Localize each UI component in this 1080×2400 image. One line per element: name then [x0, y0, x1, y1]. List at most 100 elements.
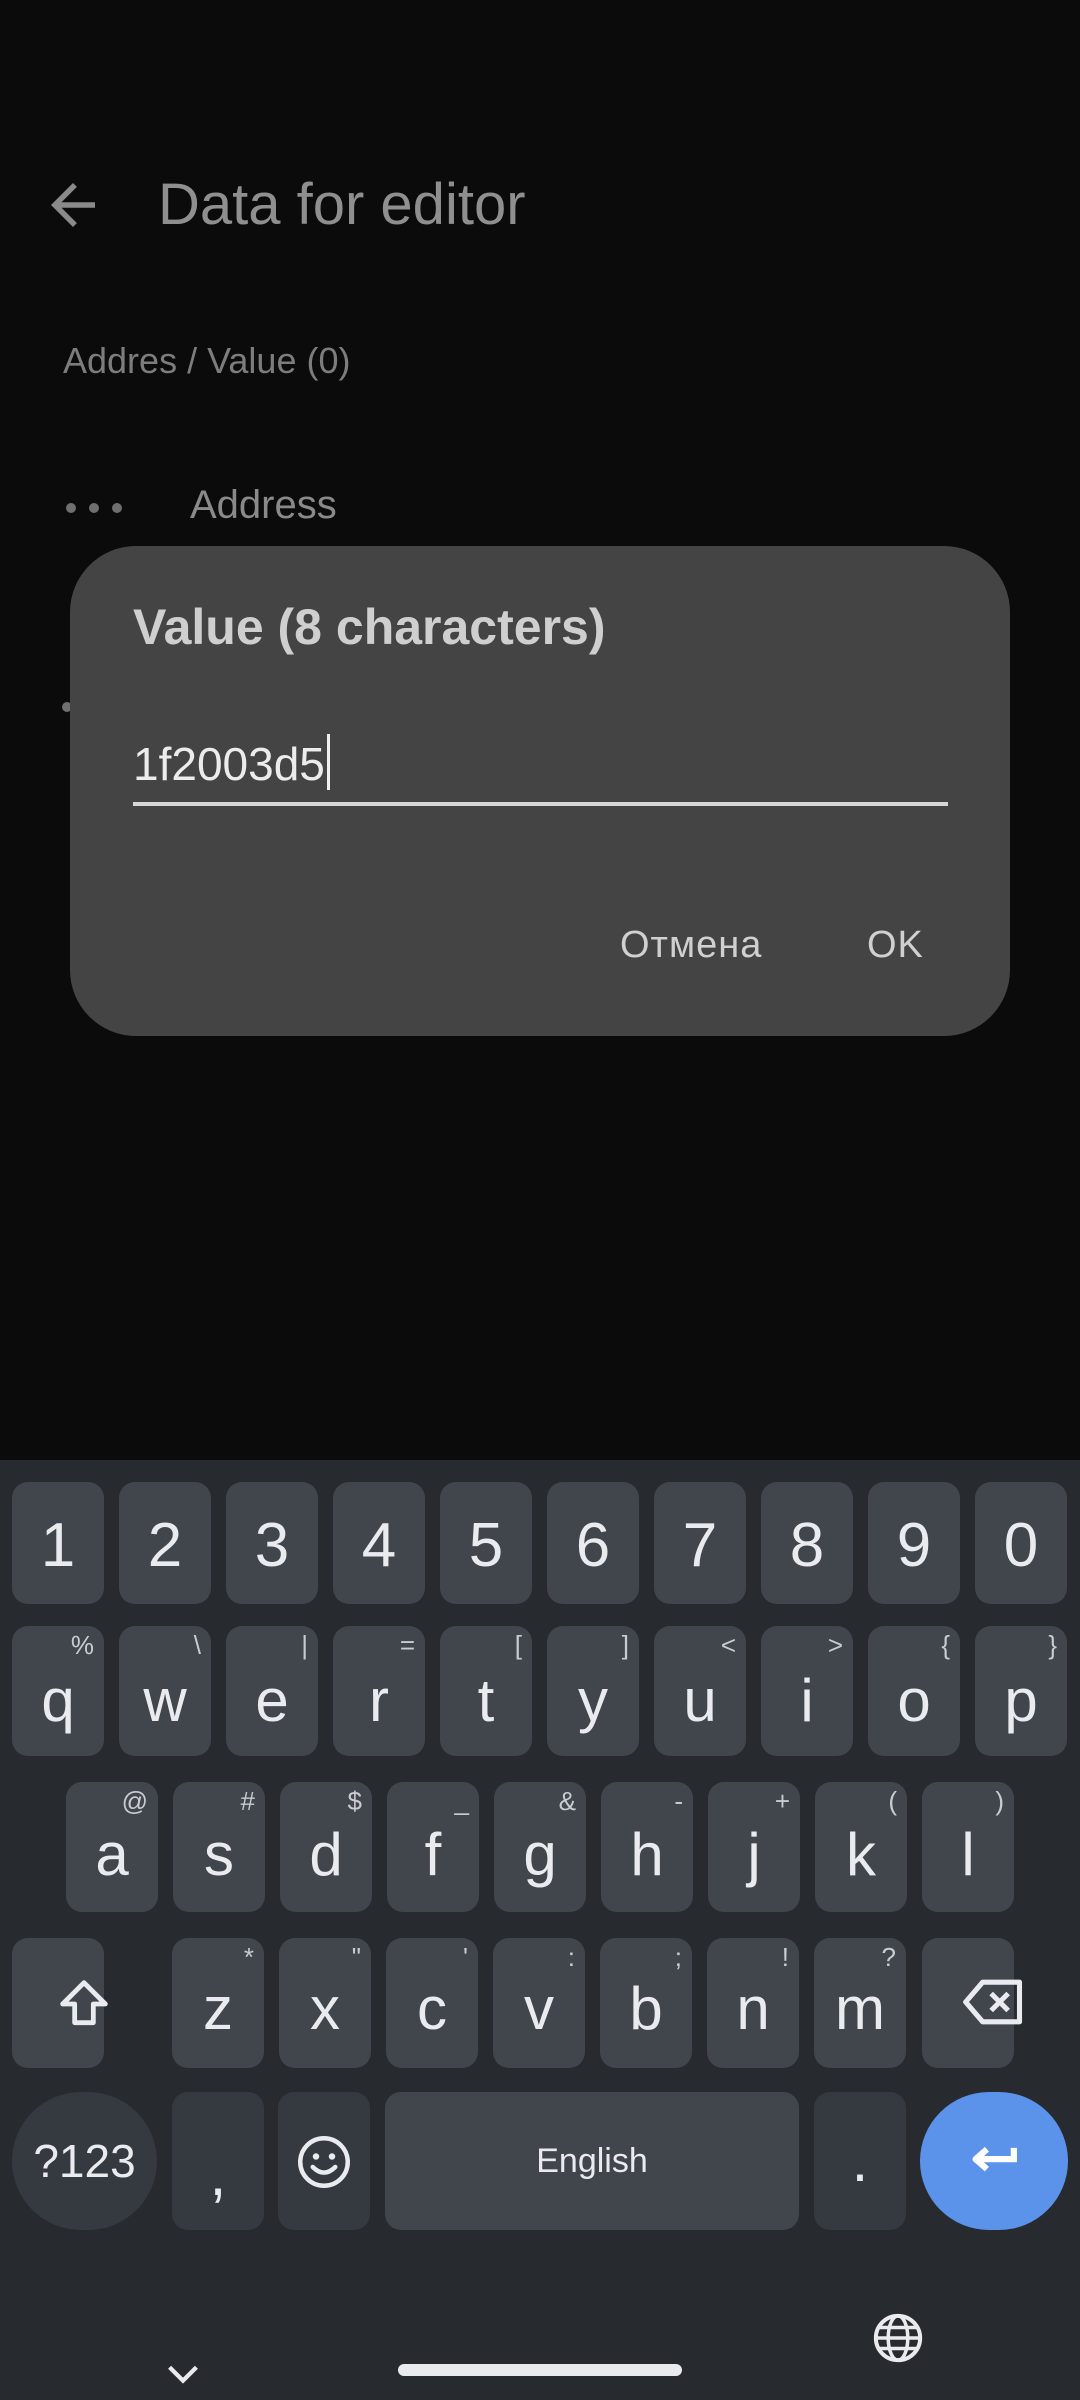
key-label: c: [417, 1975, 447, 2042]
key-o[interactable]: o{: [868, 1626, 960, 1756]
backspace-icon: [963, 1979, 1023, 2025]
key-hint: #: [240, 1786, 255, 1816]
page-title: Data for editor: [158, 172, 526, 237]
shift-key[interactable]: [12, 1938, 108, 2068]
key-label: g: [523, 1821, 557, 1888]
symbols-key[interactable]: ?123: [12, 2092, 157, 2230]
key-hint: +: [774, 1786, 790, 1816]
key-hint: $: [347, 1786, 362, 1816]
ok-button[interactable]: OK: [867, 924, 924, 967]
key-1[interactable]: 1: [12, 1482, 104, 1604]
list-item[interactable]: Address: [0, 475, 1080, 545]
key-v[interactable]: v:: [493, 1938, 585, 2068]
chevron-down-icon[interactable]: [160, 2350, 206, 2396]
list-item-label: Address: [190, 483, 337, 527]
key-hint: [: [514, 1630, 522, 1660]
key-label: o: [897, 1667, 931, 1734]
text-caret: [326, 734, 330, 790]
key-4[interactable]: 4: [333, 1482, 425, 1604]
key-label: 8: [789, 1511, 825, 1580]
key-e[interactable]: e |: [226, 1626, 318, 1756]
key-x[interactable]: x ": [279, 1938, 371, 2068]
key-hint: :: [567, 1942, 575, 1972]
key-label: y: [578, 1667, 608, 1734]
dialog-title: Value (8 characters): [133, 599, 606, 655]
emoji-icon: [298, 2136, 350, 2188]
key-n[interactable]: n!: [707, 1938, 799, 2068]
key-label: 5: [468, 1511, 504, 1580]
key-hint: %: [70, 1630, 94, 1660]
key-a[interactable]: a @: [66, 1782, 158, 1912]
period-key[interactable]: .: [814, 2092, 906, 2230]
key-3[interactable]: 3: [226, 1482, 318, 1604]
key-r[interactable]: r =: [333, 1626, 425, 1756]
key-b[interactable]: b;: [600, 1938, 692, 2068]
key-label: h: [630, 1821, 664, 1888]
section-label: Addres / Value (0): [63, 340, 351, 381]
enter-key[interactable]: [920, 2092, 1068, 2230]
home-indicator[interactable]: [398, 2364, 682, 2376]
key-2[interactable]: 2: [119, 1482, 211, 1604]
key-label: e: [255, 1667, 289, 1734]
space-key[interactable]: English: [385, 2092, 799, 2230]
key-label: z: [203, 1975, 233, 2042]
key-label: u: [683, 1667, 717, 1734]
key-label: x: [310, 1975, 340, 2042]
value-dialog: Value (8 characters) 1f2003d5 Отмена OK: [70, 546, 1010, 1036]
key-hint: <: [720, 1630, 736, 1660]
key-g[interactable]: g &: [494, 1782, 586, 1912]
key-l[interactable]: l): [922, 1782, 1014, 1912]
key-label: a: [95, 1821, 129, 1888]
key-label: 9: [896, 1511, 932, 1580]
key-u[interactable]: u <: [654, 1626, 746, 1756]
comma-key[interactable]: ,: [172, 2092, 264, 2230]
key-label: b: [629, 1975, 663, 2042]
key-label: 2: [147, 1511, 183, 1580]
shift-icon: [60, 1980, 108, 2026]
key-0[interactable]: 0: [975, 1482, 1067, 1604]
key-label: d: [309, 1821, 343, 1888]
key-label: f: [424, 1821, 442, 1888]
key-m[interactable]: m?: [814, 1938, 906, 2068]
backspace-key[interactable]: [922, 1938, 1023, 2068]
key-label: q: [41, 1667, 75, 1734]
key-w[interactable]: w \: [119, 1626, 211, 1756]
period-key-label: .: [851, 2127, 869, 2194]
key-k[interactable]: k(: [815, 1782, 907, 1912]
key-hint: (: [888, 1786, 897, 1816]
key-hint: ?: [881, 1942, 896, 1972]
key-9[interactable]: 9: [868, 1482, 960, 1604]
space-key-label: English: [536, 2142, 648, 2180]
key-hint: !: [781, 1942, 789, 1972]
key-hint: ": [351, 1942, 361, 1972]
key-h[interactable]: h-: [601, 1782, 693, 1912]
key-hint: ]: [621, 1630, 629, 1660]
key-5[interactable]: 5: [440, 1482, 532, 1604]
key-label: 7: [682, 1511, 718, 1580]
key-i[interactable]: i >: [761, 1626, 853, 1756]
key-6[interactable]: 6: [547, 1482, 639, 1604]
key-label: 6: [575, 1511, 611, 1580]
key-label: m: [835, 1975, 885, 2042]
key-z[interactable]: z *: [172, 1938, 264, 2068]
key-d[interactable]: d $: [280, 1782, 372, 1912]
key-q[interactable]: q%: [12, 1626, 104, 1756]
key-y[interactable]: y]: [547, 1626, 639, 1756]
globe-icon[interactable]: [870, 2310, 926, 2366]
key-label: i: [800, 1667, 814, 1734]
key-label: k: [846, 1821, 876, 1888]
key-p[interactable]: p}: [975, 1626, 1067, 1756]
key-7[interactable]: 7: [654, 1482, 746, 1604]
arrow-back-icon[interactable]: [40, 172, 106, 238]
key-f[interactable]: f _: [387, 1782, 479, 1912]
value-input[interactable]: 1f2003d5: [133, 734, 948, 806]
key-j[interactable]: j +: [708, 1782, 800, 1912]
key-t[interactable]: t[: [440, 1626, 532, 1756]
key-hint: \: [193, 1630, 201, 1660]
key-c[interactable]: c ': [386, 1938, 478, 2068]
emoji-key[interactable]: [278, 2092, 370, 2230]
key-s[interactable]: s #: [173, 1782, 265, 1912]
key-8[interactable]: 8: [761, 1482, 853, 1604]
key-label: 1: [40, 1511, 76, 1580]
cancel-button[interactable]: Отмена: [620, 924, 762, 967]
